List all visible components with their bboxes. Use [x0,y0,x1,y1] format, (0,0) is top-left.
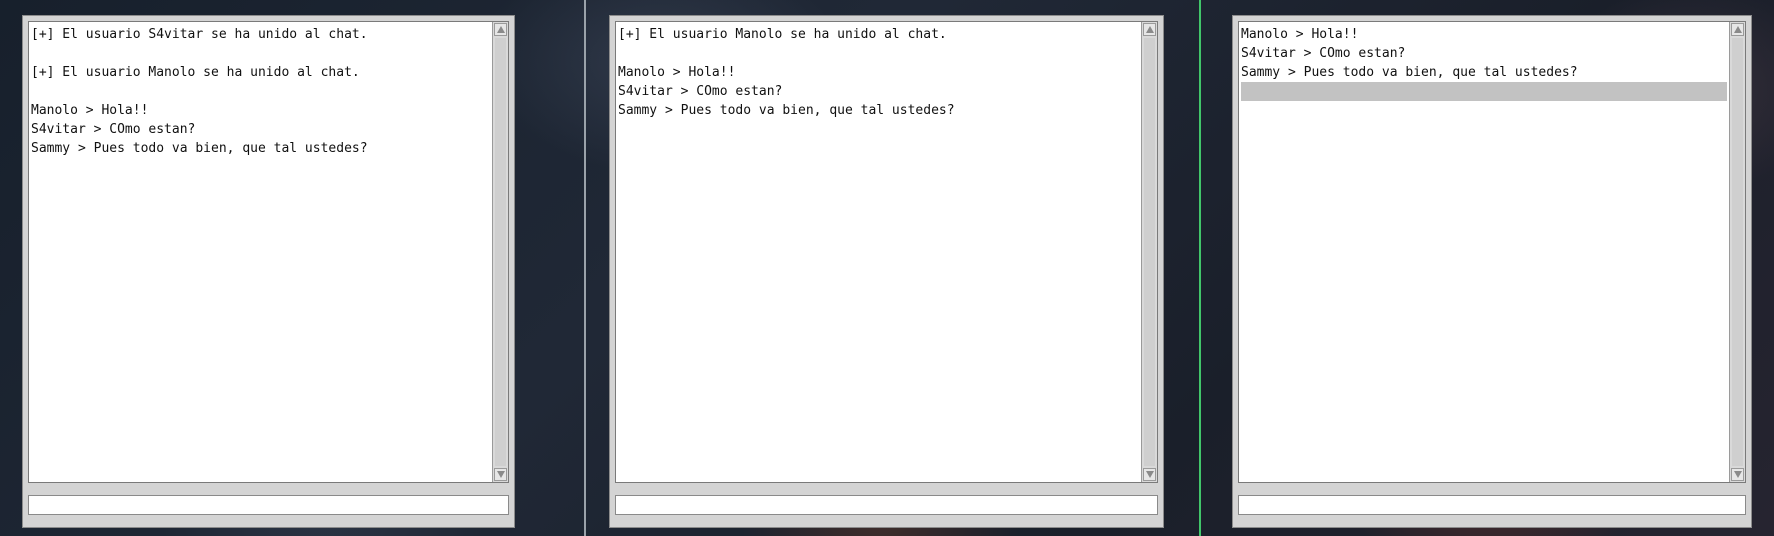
chat-line: [+] El usuario S4vitar se ha unido al ch… [31,27,368,42]
scroll-down-arrow-icon[interactable] [494,468,507,481]
scroll-up-arrow-icon[interactable] [1731,23,1744,36]
scroll-up-arrow-icon[interactable] [1143,23,1156,36]
chat-log[interactable]: Manolo > Hola!! S4vitar > COmo estan? Sa… [1239,22,1729,482]
vertical-scrollbar[interactable] [1729,22,1745,482]
message-input[interactable] [615,495,1158,515]
chat-window-1: [+] El usuario S4vitar se ha unido al ch… [22,15,515,528]
chat-log[interactable]: [+] El usuario Manolo se ha unido al cha… [616,22,1141,482]
message-input[interactable] [28,495,509,515]
selected-chat-line[interactable] [1241,82,1727,101]
chat-log-frame: [+] El usuario S4vitar se ha unido al ch… [28,21,509,483]
chat-line [31,44,490,63]
chat-window-2: [+] El usuario Manolo se ha unido al cha… [609,15,1164,528]
chat-line: [+] El usuario Manolo se ha unido al cha… [618,27,947,42]
vertical-scrollbar[interactable] [1141,22,1157,482]
scroll-down-arrow-icon[interactable] [1731,468,1744,481]
chat-line: [+] El usuario Manolo se ha unido al cha… [31,65,360,80]
chat-line: Manolo > Hola!! [1241,27,1359,42]
chat-line: Manolo > Hola!! [31,103,149,118]
chat-line: S4vitar > COmo estan? [1241,46,1406,61]
pane-divider [584,0,586,536]
chat-window-3: Manolo > Hola!! S4vitar > COmo estan? Sa… [1232,15,1752,528]
scroll-track[interactable] [1732,38,1743,466]
scroll-track[interactable] [495,38,506,466]
scroll-track[interactable] [1144,38,1155,466]
scroll-down-arrow-icon[interactable] [1143,468,1156,481]
chat-line [31,82,490,101]
active-pane-divider [1199,0,1201,536]
scroll-up-arrow-icon[interactable] [494,23,507,36]
message-input[interactable] [1238,495,1746,515]
chat-line: S4vitar > COmo estan? [618,84,783,99]
chat-line: Sammy > Pues todo va bien, que tal usted… [31,141,368,156]
chat-line: Sammy > Pues todo va bien, que tal usted… [618,103,955,118]
chat-log-frame: [+] El usuario Manolo se ha unido al cha… [615,21,1158,483]
chat-line: Sammy > Pues todo va bien, que tal usted… [1241,65,1578,80]
chat-log[interactable]: [+] El usuario S4vitar se ha unido al ch… [29,22,492,482]
chat-line [618,44,1139,63]
vertical-scrollbar[interactable] [492,22,508,482]
chat-line: Manolo > Hola!! [618,65,736,80]
chat-line: S4vitar > COmo estan? [31,122,196,137]
chat-log-frame: Manolo > Hola!! S4vitar > COmo estan? Sa… [1238,21,1746,483]
